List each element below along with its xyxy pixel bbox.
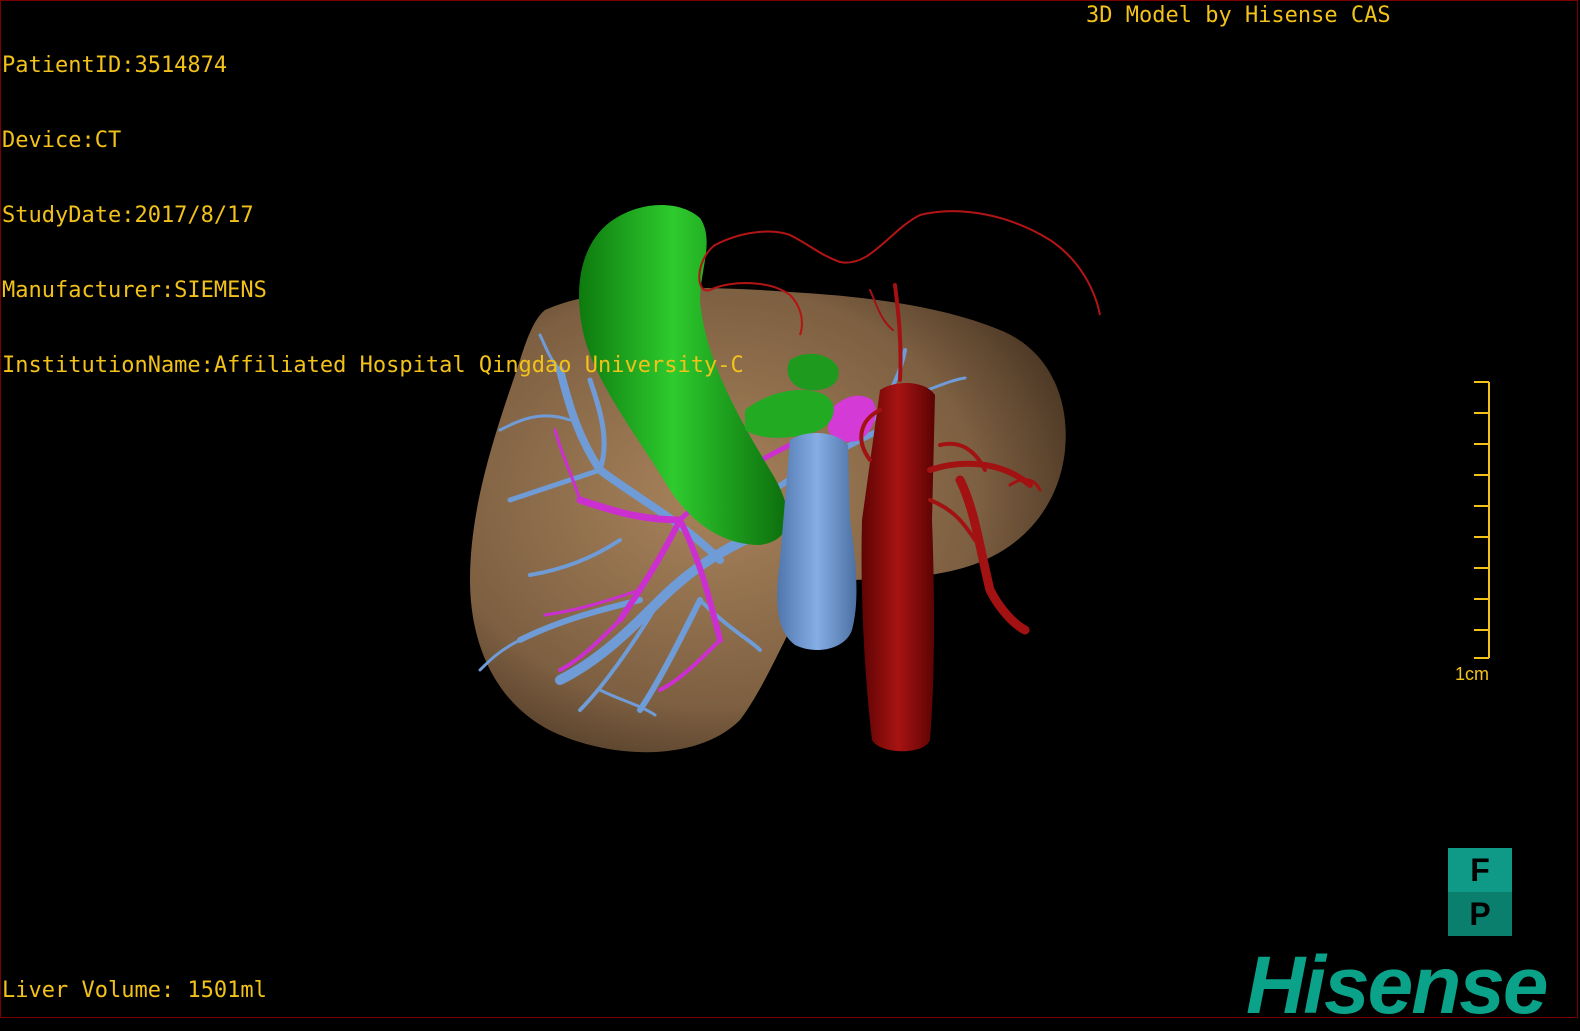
patient-id: PatientID:3514874 <box>2 53 228 78</box>
scale-bar <box>1474 381 1490 659</box>
orientation-cube-icon[interactable]: F P <box>1448 848 1512 936</box>
scale-label: 1cm <box>1455 664 1490 684</box>
manufacturer: Manufacturer:SIEMENS <box>2 278 267 303</box>
orientation-face-front: F <box>1448 848 1512 892</box>
patient-info-panel: PatientID:3514874 Device:CT StudyDate:20… <box>2 3 744 403</box>
device: Device:CT <box>2 128 122 153</box>
hisense-logo: Hisense <box>1246 940 1549 1031</box>
liver-volume-readout: Liver Volume: 1501ml <box>2 978 267 1003</box>
study-date: StudyDate:2017/8/17 <box>2 203 254 228</box>
inferior-vena-cava[interactable] <box>777 433 857 650</box>
model-credit: 3D Model by Hisense CAS <box>1086 3 1391 28</box>
institution-name: InstitutionName:Affiliated Hospital Qing… <box>2 353 744 378</box>
orientation-face-posterior: P <box>1448 892 1512 936</box>
